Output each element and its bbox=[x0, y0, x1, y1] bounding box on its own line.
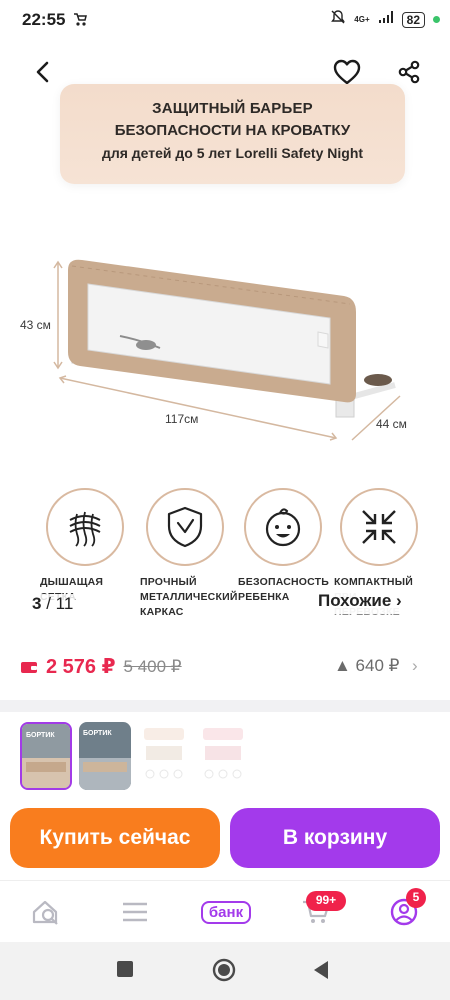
feature-2-line-2: МЕТАЛЛИЧЕСКИЙ bbox=[140, 591, 238, 603]
nav-home[interactable] bbox=[28, 896, 64, 928]
home-search-icon bbox=[32, 900, 58, 925]
menu-icon bbox=[123, 902, 147, 922]
old-price: 5 400 ₽ bbox=[123, 656, 182, 676]
privacy-dot-icon bbox=[433, 16, 440, 23]
current-price: 2 576 ₽ bbox=[46, 656, 116, 678]
dimension-depth: 44 см bbox=[376, 417, 407, 431]
gallery-current: 3 bbox=[32, 594, 42, 613]
nav-catalog[interactable] bbox=[117, 896, 153, 928]
profile-badge: 5 bbox=[406, 888, 426, 908]
thumbnail-1[interactable]: БОРТИК bbox=[20, 722, 72, 790]
status-bar: 22:55 4G+ 82 bbox=[0, 0, 450, 40]
back-arrow-icon bbox=[36, 61, 49, 83]
bank-label: банк bbox=[200, 900, 252, 924]
recent-apps-button[interactable] bbox=[116, 960, 134, 983]
heart-icon bbox=[333, 59, 361, 85]
feature-2-line-1: ПРОЧНЫЙ bbox=[140, 576, 197, 588]
banner-line-3: для детей до 5 лет Lorelli Safety Night bbox=[101, 145, 364, 161]
status-time: 22:55 bbox=[22, 10, 66, 29]
thumbnail-2-label: БОРТИК bbox=[83, 730, 112, 737]
gallery-total: / 11 bbox=[46, 594, 74, 613]
feature-2-line-3: КАРКАС bbox=[140, 606, 184, 618]
network-indicator: 4G+ bbox=[354, 14, 370, 24]
thumbnail-1-label: БОРТИК bbox=[26, 732, 55, 739]
square-icon bbox=[117, 961, 133, 977]
thumbnail-2[interactable]: БОРТИК bbox=[79, 722, 131, 790]
price-change[interactable]: ▲ 640 ₽ bbox=[334, 656, 399, 676]
mute-icon bbox=[330, 9, 346, 30]
thumbnail-3[interactable] bbox=[138, 722, 190, 790]
banner-line-2: БЕЗОПАСНОСТИ НА КРОВАТКУ bbox=[114, 122, 351, 139]
gallery-counter: 3 / 11 bbox=[30, 594, 76, 614]
thumbnail-4-image bbox=[197, 722, 249, 790]
dimension-height: 43 см bbox=[20, 318, 51, 332]
share-button[interactable] bbox=[392, 55, 426, 89]
product-title-banner: ЗАЩИТНЫЙ БАРЬЕР БЕЗОПАСНОСТИ НА КРОВАТКУ… bbox=[60, 84, 405, 184]
back-button[interactable] bbox=[26, 56, 58, 88]
compress-arrows-icon bbox=[362, 510, 396, 544]
cart-badge: 99+ bbox=[306, 891, 346, 911]
add-to-cart-button[interactable]: В корзину bbox=[230, 808, 440, 868]
feature-breathable-mesh: ДЫШАЩАЯ СЕТКА bbox=[40, 488, 130, 605]
circle-icon bbox=[212, 958, 236, 982]
thumbnail-4[interactable] bbox=[197, 722, 249, 790]
feature-child-safety: БЕЗОПАСНОСТЬ РЕБЕНКА bbox=[238, 488, 330, 605]
battery-indicator: 82 bbox=[401, 11, 425, 28]
thumbnail-3-image bbox=[138, 722, 190, 790]
breathable-mesh-icon bbox=[69, 511, 101, 547]
system-back-button[interactable] bbox=[312, 960, 330, 985]
feature-3-line-2: РЕБЕНКА bbox=[238, 591, 290, 603]
feature-metal-frame: ПРОЧНЫЙ МЕТАЛЛИЧЕСКИЙ КАРКАС bbox=[140, 488, 238, 620]
home-button[interactable] bbox=[212, 958, 236, 987]
nav-bank[interactable]: банк bbox=[196, 896, 256, 928]
share-icon bbox=[398, 60, 420, 84]
similar-products-link[interactable]: Похожие › bbox=[316, 588, 436, 614]
chevron-right-icon[interactable]: › bbox=[412, 656, 418, 676]
baby-face-icon bbox=[265, 508, 301, 547]
shield-icon bbox=[167, 506, 203, 548]
triangle-back-icon bbox=[314, 961, 328, 979]
signal-icon bbox=[378, 10, 394, 29]
dimension-length: 117см bbox=[165, 412, 199, 426]
price-row[interactable]: 2 576 ₽ 5 400 ₽ bbox=[20, 654, 182, 679]
banner-line-1: ЗАЩИТНЫЙ БАРЬЕР bbox=[152, 100, 313, 117]
section-divider bbox=[0, 700, 450, 712]
feature-1-line-1: ДЫШАЩАЯ bbox=[40, 576, 104, 588]
wallet-icon bbox=[21, 661, 37, 673]
stroller-icon bbox=[72, 11, 88, 32]
feature-3-line-1: БЕЗОПАСНОСТЬ bbox=[238, 576, 330, 588]
buy-now-button[interactable]: Купить сейчас bbox=[10, 808, 220, 868]
